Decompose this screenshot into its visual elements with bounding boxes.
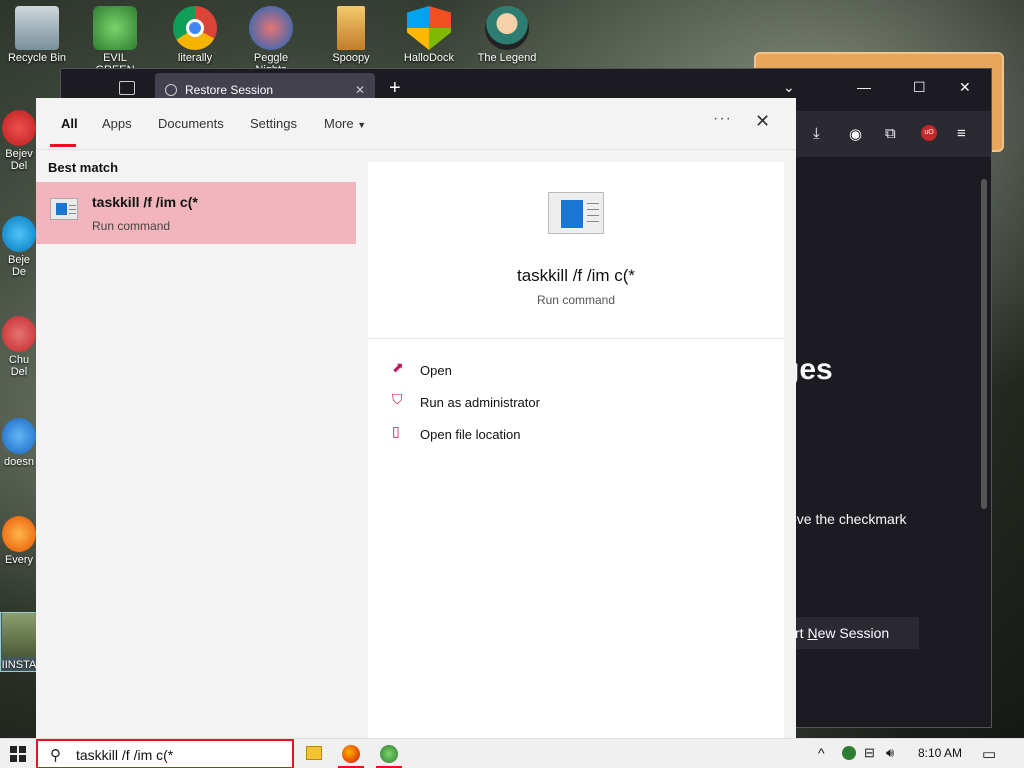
bejeweled-icon (2, 216, 36, 252)
minimize-icon[interactable]: — (857, 79, 871, 95)
tab-title: Restore Session (185, 83, 274, 97)
tab-overview-icon[interactable] (119, 81, 135, 95)
shield-icon (407, 6, 451, 50)
desktop-icon-label: Every (4, 554, 34, 566)
detail-subtitle: Run command (536, 293, 616, 307)
desktop-icon-literally[interactable]: literally (164, 6, 226, 64)
restore-text: ove the checkmark (789, 511, 907, 527)
desktop-icon-label: HalloDock (403, 52, 455, 64)
best-match-heading: Best match (48, 160, 119, 175)
more-options-icon[interactable]: ··· (713, 110, 732, 128)
start-search-panel: All Apps Documents Settings More ▼ ··· ✕… (36, 98, 796, 738)
desktop-icon-label: Chu Del (8, 354, 30, 378)
desktop-icon-bejeweled-2[interactable]: Beje De (0, 216, 38, 278)
desktop-icon-doesn[interactable]: doesn (0, 418, 38, 468)
desktop-icon-label: literally (177, 52, 213, 64)
file-explorer-icon[interactable] (306, 746, 322, 760)
desktop-icon-label: Spoopy (332, 52, 370, 64)
list-tabs-icon[interactable]: ⌄ (783, 79, 795, 96)
tab-more[interactable]: More ▼ (324, 116, 366, 131)
desktop-icon-bejeweled-1[interactable]: Bejev Del (0, 110, 38, 172)
show-hidden-icons-icon[interactable]: ^ (818, 745, 825, 761)
taskbar-search-box[interactable]: ⚲ taskkill /f /im c(* (36, 739, 294, 768)
desktop-icon-label: doesn (4, 456, 34, 468)
details-card: taskkill /f /im c(* Run command ⬈ Open ⛉… (368, 162, 784, 738)
taskbar: ⚲ taskkill /f /im c(* ^ ⊟ 🔊︎ 8:10 AM ▭ (0, 738, 1024, 768)
start-new-session-button[interactable]: rt New Session (781, 617, 919, 649)
firefox-icon[interactable] (342, 745, 360, 763)
open-icon: ⬈ (392, 359, 404, 375)
result-title: taskkill /f /im c(* (92, 194, 198, 210)
search-icon: ⚲ (50, 747, 61, 764)
file-location-icon: ▯ (392, 423, 400, 439)
desktop-icon-peggle-nights[interactable]: Peggle Nights (240, 6, 302, 76)
folder-icon (337, 6, 365, 50)
desktop-icon-label: IINSTA (1, 659, 37, 671)
tab-documents[interactable]: Documents (158, 116, 224, 131)
maximize-icon[interactable]: ☐ (913, 79, 926, 96)
desktop-icon-recycle-bin[interactable]: Recycle Bin (6, 6, 68, 64)
detail-title: taskkill /f /im c(* (516, 266, 636, 285)
run-command-large-icon (548, 192, 604, 234)
network-icon[interactable]: ⊟ (864, 745, 875, 761)
results-pane: Best match taskkill /f /im c(* Run comma… (36, 150, 368, 738)
account-icon[interactable]: ◉ (849, 125, 862, 143)
peggle-icon (249, 6, 293, 50)
bejeweled-icon (2, 110, 36, 146)
installer-icon (2, 613, 36, 657)
clock[interactable]: 8:10 AM (918, 746, 962, 760)
search-input[interactable]: taskkill /f /im c(* (76, 747, 173, 763)
scrollbar[interactable] (981, 179, 987, 509)
search-filter-bar: All Apps Documents Settings More ▼ ··· ✕ (36, 98, 796, 150)
app-icon (2, 418, 36, 454)
admin-shield-icon: ⛉ (392, 391, 403, 407)
legend-game-icon (485, 6, 529, 50)
best-match-result[interactable]: taskkill /f /im c(* Run command (36, 182, 356, 244)
chuzzle-icon (2, 316, 36, 352)
desktop-icon-evil-green[interactable]: EVIL GREEN (84, 6, 146, 76)
recycle-bin-icon (15, 6, 59, 50)
desktop-icon-every[interactable]: Every (0, 516, 38, 566)
close-icon[interactable]: ✕ (755, 111, 770, 132)
tab-apps[interactable]: Apps (102, 116, 132, 131)
menu-icon[interactable]: ≡ (957, 125, 966, 142)
result-subtitle: Run command (92, 219, 171, 233)
desktop-icon-label: Bejev Del (5, 148, 33, 172)
notifications-icon[interactable]: ▭ (982, 745, 996, 763)
evil-green-icon (93, 6, 137, 50)
info-icon (165, 84, 177, 96)
windows-start-icon[interactable] (10, 746, 26, 762)
download-icon[interactable]: ⤓ (813, 125, 820, 142)
divider (368, 338, 784, 339)
ublock-icon[interactable]: uO (921, 125, 937, 141)
run-command-icon (50, 198, 78, 220)
desktop-icon-chuzzle[interactable]: Chu Del (0, 316, 38, 378)
new-tab-icon[interactable]: + (389, 77, 401, 100)
chevron-down-icon: ▼ (357, 120, 367, 130)
chrome-icon (173, 6, 217, 50)
desktop-icon-spoopy[interactable]: Spoopy (320, 6, 382, 64)
action-run-as-administrator[interactable]: ⛉ Run as administrator (368, 390, 784, 416)
active-tab-indicator (50, 144, 76, 147)
app-icon (2, 516, 36, 552)
app-tray-icon[interactable] (842, 746, 856, 760)
tab-all[interactable]: All (61, 116, 78, 131)
desktop-icon-iinsta[interactable]: IINSTA (0, 612, 38, 672)
action-open-file-location[interactable]: ▯ Open file location (368, 422, 784, 448)
desktop-icon-label: Recycle Bin (7, 52, 67, 64)
desktop-icon-label: Beje De (7, 254, 31, 278)
evil-green-taskbar-icon[interactable] (380, 745, 398, 763)
extensions-icon[interactable]: ⧉ (885, 125, 896, 142)
desktop-icon-hallodock[interactable]: HalloDock (398, 6, 460, 64)
close-window-icon[interactable]: ✕ (959, 79, 971, 96)
details-pane: taskkill /f /im c(* Run command ⬈ Open ⛉… (368, 150, 796, 738)
desktop-icon-the-legend[interactable]: The Legend (476, 6, 538, 64)
volume-icon[interactable]: 🔊︎ (886, 745, 894, 761)
action-open[interactable]: ⬈ Open (368, 358, 784, 384)
desktop-icon-label: The Legend (477, 52, 537, 64)
tab-settings[interactable]: Settings (250, 116, 297, 131)
